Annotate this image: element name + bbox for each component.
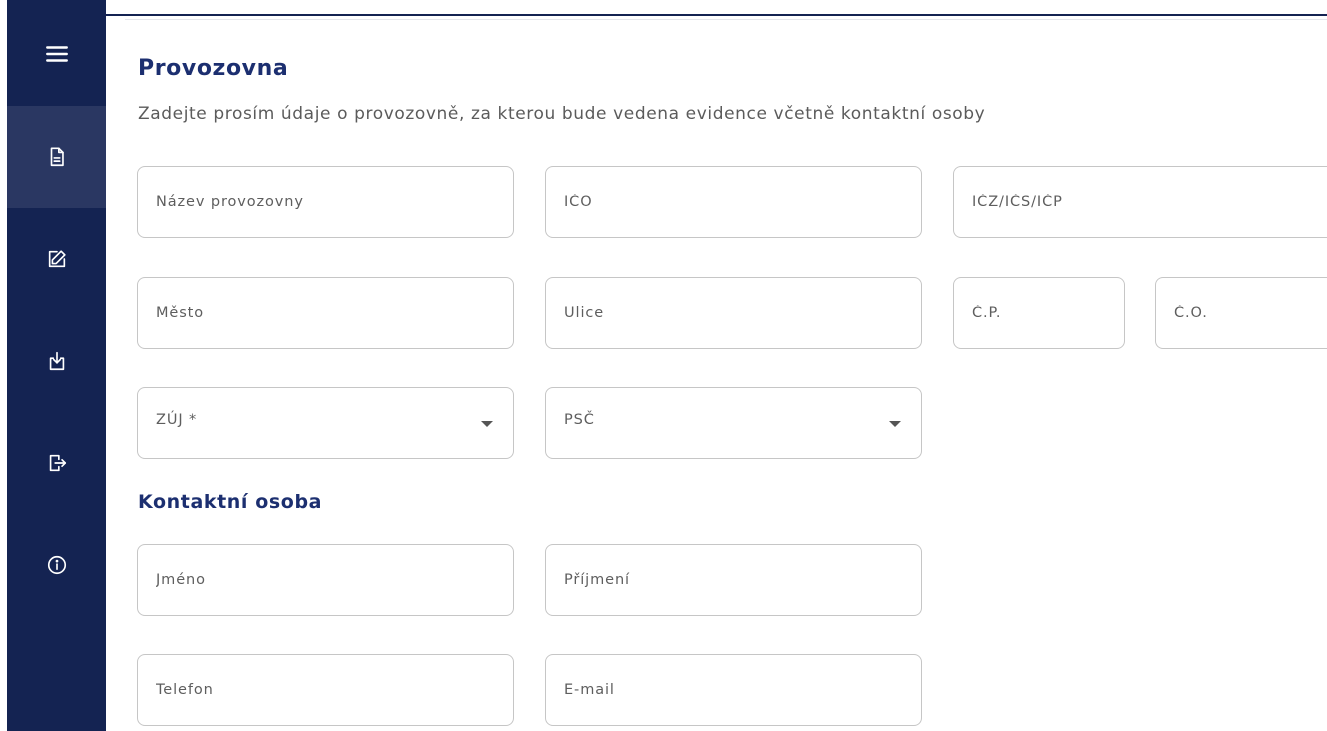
- ulice-input[interactable]: [546, 278, 921, 348]
- contact-section-title: Kontaktní osoba: [138, 491, 323, 513]
- cp-field[interactable]: [953, 277, 1125, 349]
- ulice-field[interactable]: [545, 277, 922, 349]
- nazev-provozovny-field[interactable]: [137, 166, 514, 238]
- edit-icon: [48, 250, 66, 268]
- hamburger-icon: [45, 46, 68, 62]
- cp-input[interactable]: [954, 278, 1124, 348]
- jmeno-input[interactable]: [138, 545, 513, 615]
- sidebar-item-document[interactable]: [7, 106, 106, 208]
- telefon-input[interactable]: [138, 655, 513, 725]
- sidebar-item-info[interactable]: [7, 514, 106, 616]
- zuj-select-label: ZÚJ *: [156, 412, 198, 428]
- sidebar-item-download[interactable]: [7, 310, 106, 412]
- info-icon: [47, 555, 66, 575]
- ico-input[interactable]: [546, 167, 921, 237]
- co-input[interactable]: [1156, 278, 1327, 348]
- prijmeni-field[interactable]: [545, 544, 922, 616]
- caret-down-icon: [481, 421, 493, 427]
- mesto-field[interactable]: [137, 277, 514, 349]
- menu-button[interactable]: [7, 4, 106, 104]
- main-content: Provozovna Zadejte prosím údaje o provoz…: [106, 0, 1327, 731]
- nazev-provozovny-input[interactable]: [138, 167, 513, 237]
- icz-field[interactable]: [953, 166, 1327, 238]
- page-subtitle: Zadejte prosím údaje o provozovně, za kt…: [138, 104, 986, 124]
- jmeno-field[interactable]: [137, 544, 514, 616]
- sidebar-item-edit[interactable]: [7, 208, 106, 310]
- psc-select-label: PSČ: [564, 412, 595, 428]
- co-field[interactable]: [1155, 277, 1327, 349]
- psc-select[interactable]: PSČ: [545, 387, 922, 459]
- mesto-input[interactable]: [138, 278, 513, 348]
- telefon-field[interactable]: [137, 654, 514, 726]
- download-icon: [49, 351, 64, 371]
- logout-icon: [49, 454, 66, 472]
- sidebar-item-logout[interactable]: [7, 412, 106, 514]
- email-field[interactable]: [545, 654, 922, 726]
- prijmeni-input[interactable]: [546, 545, 921, 615]
- caret-down-icon: [889, 421, 901, 427]
- sidebar: [0, 0, 106, 731]
- page-title: Provozovna: [138, 56, 289, 81]
- icz-input[interactable]: [954, 167, 1327, 237]
- zuj-select[interactable]: ZÚJ *: [137, 387, 514, 459]
- email-input[interactable]: [546, 655, 921, 725]
- ico-field[interactable]: [545, 166, 922, 238]
- document-icon: [50, 147, 64, 167]
